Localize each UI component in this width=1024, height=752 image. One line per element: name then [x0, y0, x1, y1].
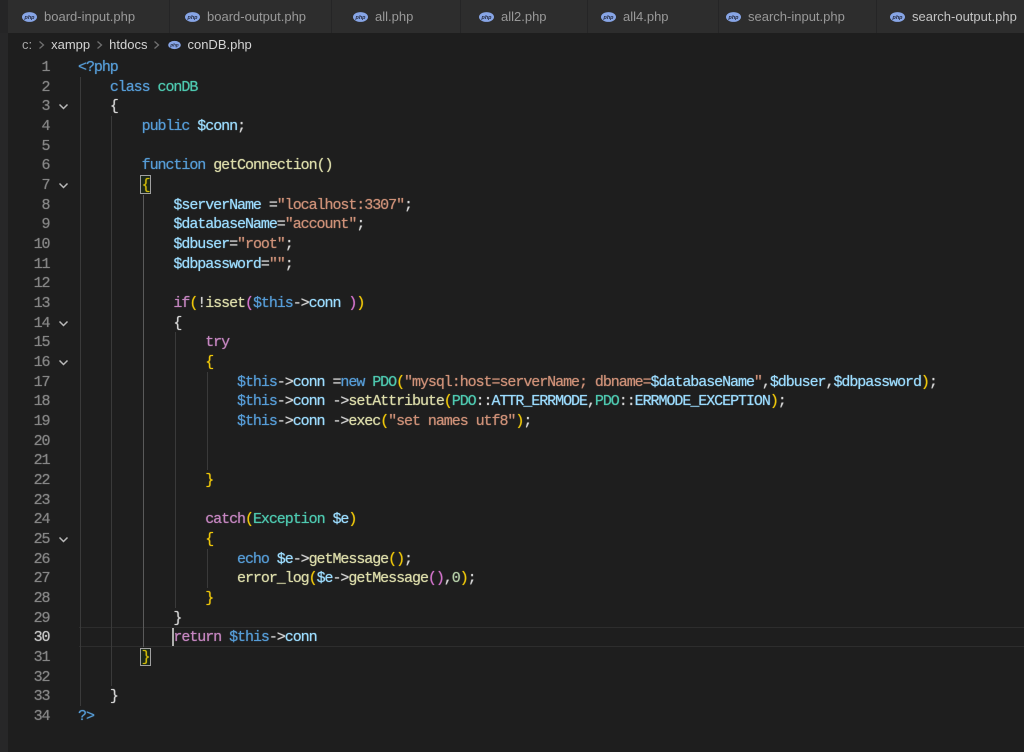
svg-text:php: php [892, 14, 904, 20]
svg-text:php: php [603, 14, 615, 20]
svg-text:php: php [24, 14, 36, 20]
svg-text:php: php [355, 14, 367, 20]
svg-text:php: php [187, 14, 199, 20]
svg-text:php: php [170, 42, 179, 47]
svg-text:php: php [481, 14, 493, 20]
svg-text:php: php [728, 14, 740, 20]
